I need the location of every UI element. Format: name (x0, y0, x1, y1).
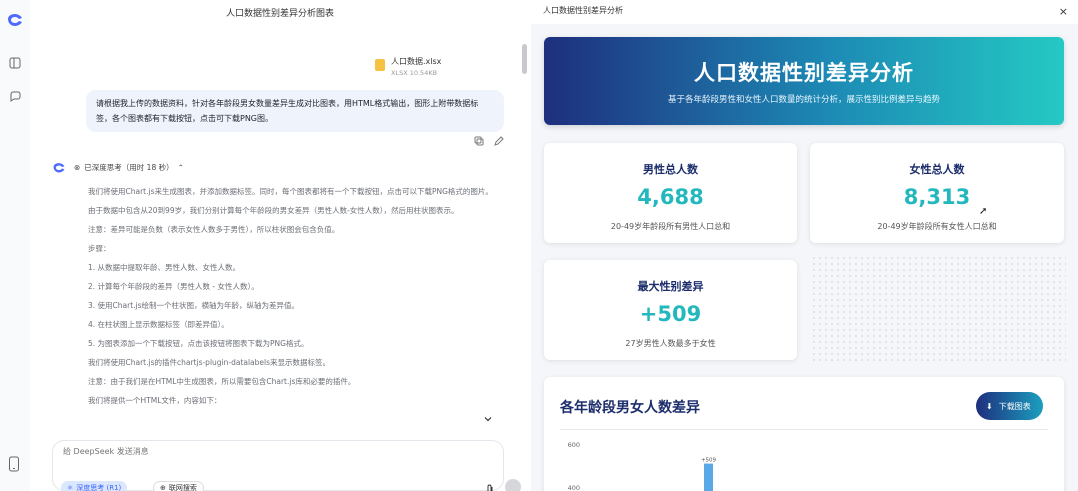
chart-title: 各年龄段男女人数差异 (560, 400, 700, 416)
think-label: 已深度思考（用时 18 秒） (84, 162, 174, 172)
send-button[interactable] (505, 479, 521, 491)
stat-card-max-diff: 最大性别差异 +509 27岁男性人数最多于女性 (544, 260, 797, 360)
message-actions (474, 136, 504, 146)
attached-file[interactable]: 人口数据.xlsx XLSX 10.54KB (375, 56, 441, 77)
chevron-up-icon: ⌃ (177, 162, 184, 172)
deepseek-logo-icon[interactable] (6, 10, 24, 28)
stat-value: 4,688 (637, 185, 704, 209)
hero-title: 人口数据性别差异分析 (694, 61, 914, 85)
download-icon: ⬇ (986, 401, 993, 411)
app-root: 人口数据性别差异分析图表 人口数据.xlsx XLSX 10.54KB 请根据我… (0, 0, 1078, 491)
assistant-header: ⊗ 已深度思考（用时 18 秒） ⌃ (52, 160, 184, 174)
stat-note: 27岁男性人数最多于女性 (625, 339, 716, 348)
thinking-paragraph: 1. 从数据中提取年龄、男性人数、女性人数。 (88, 263, 241, 272)
download-chart-button[interactable]: ⬇ 下载图表 (976, 392, 1043, 420)
chat-scrollbar[interactable] (522, 44, 527, 74)
thinking-paragraph: 我们将使用Chart.js来生成图表，并添加数据标签。同时，每个图表都将有一个下… (88, 187, 493, 196)
chat-panel: 人口数据性别差异分析图表 人口数据.xlsx XLSX 10.54KB 请根据我… (30, 0, 530, 491)
mobile-app-icon[interactable] (8, 456, 20, 472)
difference-bar-chart: 600 400 +509 (568, 441, 717, 491)
thinking-paragraph: 3. 使用Chart.js绘制一个柱状图，横轴为年龄，纵轴为差异值。 (88, 301, 300, 310)
stat-label: 男性总人数 (643, 163, 698, 176)
new-chat-icon[interactable] (6, 88, 24, 106)
chat-title: 人口数据性别差异分析图表 (225, 9, 334, 19)
y-tick-label: 600 (568, 441, 580, 449)
globe-icon: ⊕ (160, 484, 166, 491)
deep-think-label: 深度思考 (R1) (76, 484, 122, 491)
deep-think-button[interactable]: ⚛ 深度思考 (R1) (61, 481, 128, 491)
deep-think-toggle[interactable]: ⊗ 已深度思考（用时 18 秒） ⌃ (74, 162, 184, 173)
dot-pattern (811, 255, 1066, 365)
thinking-paragraph: 我们将使用Chart.js的插件chartjs-plugin-datalabel… (88, 358, 331, 367)
assistant-avatar-icon (53, 163, 65, 173)
assistant-thinking-text: 我们将使用Chart.js来生成图表，并添加数据标签。同时，每个图表都将有一个下… (88, 186, 498, 414)
open-sidebar-icon[interactable] (6, 54, 24, 72)
thinking-paragraph: 我们将提供一个HTML文件，内容如下： (88, 396, 222, 405)
thinking-paragraph: 由于数据中包含从20到99岁，我们分别计算每个年龄段的男女差异（男性人数-女性人… (88, 206, 459, 215)
stat-note: 20-49岁年龄段所有女性人口总和 (877, 222, 997, 231)
thinking-paragraph: 注意：由于我们是在HTML中生成图表，所以需要包含Chart.js库和必要的插件… (88, 377, 356, 386)
y-tick-label: 400 (568, 484, 580, 491)
stat-label: 最大性别差异 (637, 280, 704, 293)
web-search-label: 联网搜索 (168, 484, 197, 491)
hero-subtitle: 基于各年龄段男性和女性人口数量的统计分析，展示性别比例差异与趋势 (667, 95, 940, 105)
excel-file-icon (375, 59, 385, 71)
think-icon: ⊗ (74, 162, 81, 172)
copy-icon[interactable] (474, 136, 484, 146)
preview-header: 人口数据性别差异分析 × (531, 0, 1078, 24)
stat-card-female: 女性总人数 8,313 20-49岁年龄段所有女性人口总和 (810, 143, 1064, 243)
hero-banner: 人口数据性别差异分析 基于各年龄段男性和女性人口数量的统计分析，展示性别比例差异… (544, 37, 1064, 125)
preview-title: 人口数据性别差异分析 (543, 6, 623, 15)
stat-card-male: 男性总人数 4,688 20-49岁年龄段所有男性人口总和 (544, 143, 797, 243)
thinking-paragraph: 注意：差异可能是负数（表示女性人数多于男性），所以柱状图会包含负值。 (88, 225, 340, 234)
message-composer: ⚛ 深度思考 (R1) ⊕ 联网搜索 (52, 440, 521, 491)
close-icon[interactable]: × (1059, 5, 1068, 18)
stat-note: 20-49岁年龄段所有男性人口总和 (610, 222, 731, 231)
thinking-paragraph: 2. 计算每个年龄段的差异（男性人数 - 女性人数）。 (88, 282, 259, 291)
download-label: 下载图表 (998, 401, 1031, 411)
web-search-button[interactable]: ⊕ 联网搜索 (153, 481, 204, 491)
chart-bar (704, 463, 713, 491)
stat-label: 女性总人数 (909, 163, 965, 176)
paperclip-icon[interactable] (485, 481, 495, 491)
stat-value: +509 (639, 302, 702, 326)
sidebar-rail (0, 0, 30, 491)
html-preview-panel: 人口数据性别差异分析 × 人口数据性别差异分析 基于各年龄段男性和女性人口数量的… (531, 0, 1078, 491)
chart-card: 各年龄段男女人数差异 ⬇ 下载图表 600 400 +509 (544, 377, 1064, 491)
message-input[interactable] (63, 447, 443, 456)
thinking-paragraph: 4. 在柱状图上显示数据标签（即差异值）。 (88, 320, 229, 329)
chart-divider (560, 429, 1048, 430)
mouse-pointer-icon: ➚ (979, 206, 988, 217)
chevron-down-icon[interactable] (482, 410, 494, 422)
bar-data-label: +509 (701, 458, 717, 464)
atom-icon: ⚛ (67, 484, 74, 491)
thinking-paragraph: 5. 为图表添加一个下载按钮，点击该按钮将图表下载为PNG格式。 (88, 339, 309, 348)
file-size: XLSX 10.54KB (391, 69, 438, 77)
thinking-paragraph: 步骤： (88, 244, 111, 253)
edit-icon[interactable] (494, 136, 504, 146)
stat-value: 8,313 (903, 185, 971, 209)
user-message: 请根据我上传的数据资料，针对各年龄段男女数量差异生成对比图表，用HTML格式输出… (86, 90, 504, 132)
file-name: 人口数据.xlsx (391, 57, 442, 66)
